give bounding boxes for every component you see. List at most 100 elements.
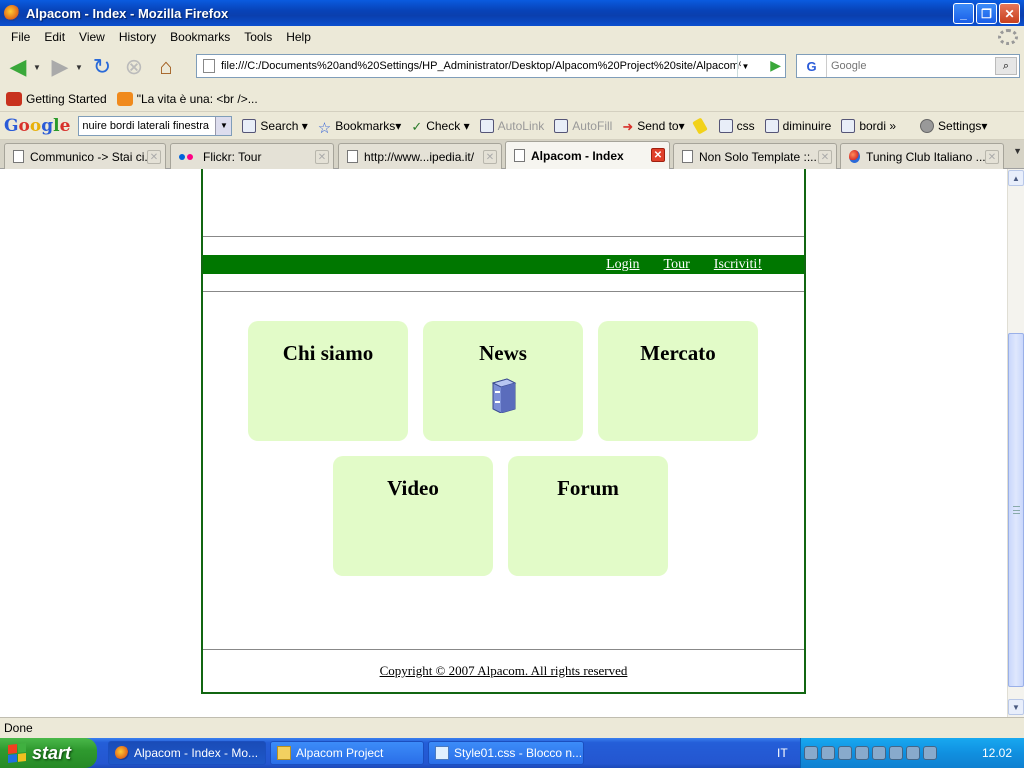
menu-edit[interactable]: Edit: [37, 30, 72, 44]
page-icon: [514, 149, 525, 162]
card-news[interactable]: News: [423, 321, 583, 441]
tab-non-solo-template[interactable]: Non Solo Template ::... ✕: [673, 143, 837, 169]
menu-bookmarks[interactable]: Bookmarks: [163, 30, 237, 44]
back-history-dropdown[interactable]: ▼: [32, 63, 42, 72]
site-container: Login Tour Iscriviti! Chi siamo News Mer…: [201, 169, 806, 694]
firefox-icon: [115, 746, 129, 760]
stop-icon[interactable]: ⊗: [120, 53, 148, 81]
taskbar-alpacom-folder[interactable]: Alpacom Project: [270, 741, 424, 765]
tab-list-dropdown[interactable]: ▼: [1013, 146, 1022, 156]
bookmark-label: "La vita è una: <br />...: [136, 91, 258, 106]
bookmark-getting-started[interactable]: Getting Started: [6, 91, 107, 106]
bookmarks-toolbar: Getting Started "La vita è una: <br />..…: [0, 86, 1024, 112]
gitem-label: Settings: [938, 118, 982, 133]
google-g-icon: [242, 118, 257, 133]
google-bookmarks-button[interactable]: ☆ Bookmarks ▾: [318, 119, 402, 137]
taskbar-firefox[interactable]: Alpacom - Index - Mo...: [108, 741, 266, 765]
menu-help[interactable]: Help: [279, 30, 318, 44]
minimize-button[interactable]: _: [953, 3, 974, 24]
login-link[interactable]: Login: [606, 255, 639, 274]
google-term-css[interactable]: css: [718, 118, 755, 133]
tray-icon[interactable]: [922, 746, 937, 760]
bookmark-rss-feed[interactable]: "La vita è una: <br />...: [116, 91, 258, 106]
gitem-label: diminuire: [782, 118, 832, 133]
google-term-bordi[interactable]: bordi »: [841, 118, 896, 133]
google-sendto-button[interactable]: ➜ Send to ▾: [622, 118, 684, 134]
tour-link[interactable]: Tour: [664, 255, 690, 274]
google-term-diminuire[interactable]: diminuire: [764, 118, 832, 133]
google-logo[interactable]: Google: [4, 116, 70, 136]
network-icon[interactable]: [837, 746, 852, 760]
url-dropdown[interactable]: ▼: [737, 55, 753, 77]
card-forum[interactable]: Forum: [508, 456, 668, 576]
search-magnifier-icon[interactable]: ⌕: [995, 57, 1017, 75]
page-icon: [682, 150, 693, 163]
google-check-button[interactable]: ✓ Check ▾: [411, 119, 469, 134]
restore-button[interactable]: ❐: [976, 3, 997, 24]
google-highlight-button[interactable]: [691, 116, 709, 135]
tab-close-icon[interactable]: ✕: [147, 150, 161, 164]
forward-history-dropdown[interactable]: ▼: [74, 63, 84, 72]
google-search-dropdown[interactable]: ▼: [215, 116, 232, 135]
tab-close-icon[interactable]: ✕: [818, 150, 832, 164]
google-settings-button[interactable]: Settings ▾: [920, 118, 987, 133]
google-engine-icon[interactable]: G: [797, 55, 827, 77]
tab-tuning-club[interactable]: Tuning Club Italiano ... ✕: [840, 143, 1004, 169]
wand-icon: [479, 118, 494, 133]
google-search-button[interactable]: Search ▾: [242, 118, 308, 133]
gitem-label: bordi: [859, 118, 886, 133]
window-title-bar: Alpacom - Index - Mozilla Firefox _ ❐ ✕: [0, 0, 1024, 26]
tab-communico[interactable]: Communico -> Stai ci... ✕: [4, 143, 166, 169]
tray-icon[interactable]: [871, 746, 886, 760]
tray-icon[interactable]: [803, 746, 818, 760]
window-title: Alpacom - Index - Mozilla Firefox: [26, 5, 229, 21]
menu-history[interactable]: History: [112, 30, 163, 44]
settings-gear-icon: [920, 118, 935, 133]
tab-close-icon[interactable]: ✕: [483, 150, 497, 164]
google-autolink-button[interactable]: AutoLink: [479, 118, 545, 133]
start-label: start: [32, 742, 72, 763]
tab-wikipedia[interactable]: http://www...ipedia.it/ ✕: [338, 143, 502, 169]
go-arrow-icon[interactable]: ▶: [770, 57, 781, 74]
menu-file[interactable]: File: [4, 30, 37, 44]
menu-tools[interactable]: Tools: [237, 30, 279, 44]
url-text[interactable]: file:///C:/Documents%20and%20Settings/HP…: [221, 60, 741, 72]
gitem-label: AutoLink: [497, 118, 545, 133]
url-bar[interactable]: file:///C:/Documents%20and%20Settings/HP…: [196, 54, 786, 78]
tab-close-icon[interactable]: ✕: [315, 150, 329, 164]
antivirus-icon[interactable]: [905, 746, 920, 760]
tray-icon[interactable]: [854, 746, 869, 760]
tab-alpacom-index[interactable]: Alpacom - Index ✕: [505, 141, 670, 169]
iscriviti-link[interactable]: Iscriviti!: [714, 255, 762, 274]
tab-flickr[interactable]: Flickr: Tour ✕: [170, 143, 334, 169]
scroll-thumb[interactable]: [1008, 333, 1024, 687]
language-indicator[interactable]: IT: [777, 746, 788, 760]
back-arrow-icon[interactable]: ◀: [4, 53, 32, 81]
reload-icon[interactable]: ↻: [88, 53, 116, 81]
gitem-label: css: [736, 118, 755, 133]
scroll-down-button[interactable]: ▼: [1008, 699, 1024, 715]
close-window-button[interactable]: ✕: [999, 3, 1020, 24]
menu-view[interactable]: View: [72, 30, 112, 44]
gitem-label: Search: [260, 118, 299, 133]
card-chi-siamo[interactable]: Chi siamo: [248, 321, 408, 441]
taskbar-notepad[interactable]: Style01.css - Blocco n...: [428, 741, 584, 765]
forward-arrow-icon[interactable]: ▶: [46, 53, 74, 81]
home-icon[interactable]: ⌂: [152, 53, 180, 81]
send-arrow-icon: ➜: [622, 118, 634, 134]
tab-label: Communico -> Stai ci...: [30, 149, 155, 164]
vertical-scrollbar[interactable]: ▲ ▼: [1007, 169, 1024, 717]
google-autofill-button[interactable]: AutoFill: [554, 118, 612, 133]
tray-icon[interactable]: [888, 746, 903, 760]
google-search-field[interactable]: nuire bordi laterali finestra ▼: [78, 115, 233, 136]
card-title: Mercato: [640, 341, 716, 365]
start-button[interactable]: start: [0, 738, 97, 768]
tab-close-icon[interactable]: ✕: [985, 150, 999, 164]
tray-icon[interactable]: [820, 746, 835, 760]
card-mercato[interactable]: Mercato: [598, 321, 758, 441]
copyright-text: Copyright © 2007 Alpacom. All rights res…: [379, 663, 628, 678]
tab-close-icon[interactable]: ✕: [651, 148, 665, 162]
scroll-up-button[interactable]: ▲: [1008, 170, 1024, 186]
card-video[interactable]: Video: [333, 456, 493, 576]
search-input[interactable]: [827, 60, 987, 72]
